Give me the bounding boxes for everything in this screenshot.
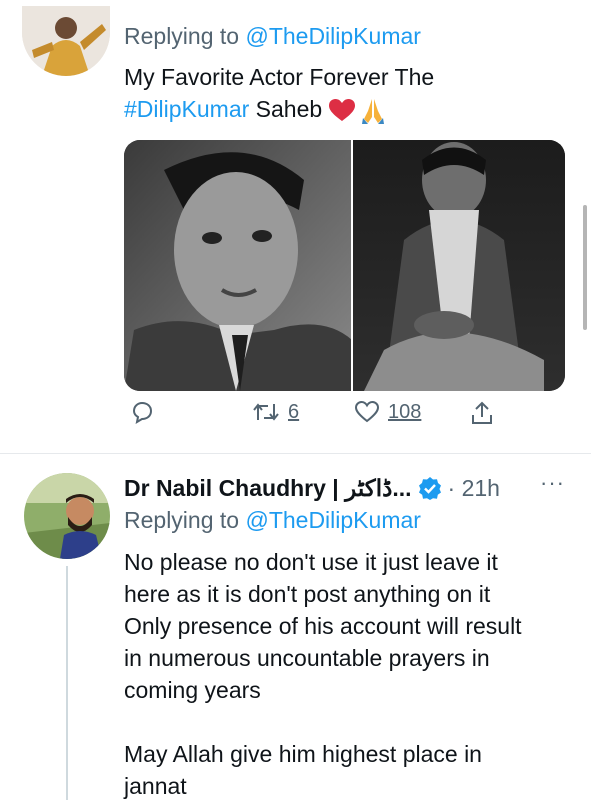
tweet-text-line: #DilipKumar Saheb: [124, 93, 434, 125]
avatar-image: [24, 473, 110, 559]
tweet-text-line: My Favorite Actor Forever The: [124, 64, 435, 90]
author-line: Dr Nabil Chaudhry | ڈاکٹر... · 21h: [124, 472, 500, 504]
emoji: [328, 97, 387, 125]
replying-prefix: Replying to: [124, 23, 246, 49]
tweet-text: No please no don't use it just leave it …: [124, 546, 522, 802]
tweet-text-rest: Saheb: [249, 96, 323, 122]
folded-hands-emoji-icon: [361, 98, 384, 124]
tweet-text-line: coming years: [124, 677, 261, 703]
tweet-text-line: jannat: [124, 773, 187, 799]
media-photo: [124, 140, 565, 391]
tweet-text: My Favorite Actor Forever The #DilipKuma…: [124, 61, 434, 125]
tweet-text-line: No please no don't use it just leave it: [124, 549, 498, 575]
like-heart-icon: [354, 400, 380, 423]
share-action[interactable]: [470, 400, 494, 426]
retweet-count: 6: [288, 400, 300, 423]
heart-emoji-icon: [328, 98, 355, 121]
retweet-icon: [253, 403, 279, 421]
tweet-text-line: Only presence of his account will result: [124, 613, 522, 639]
like-count: 108: [388, 400, 422, 423]
tweet-text-line: here as it is don't post anything on it: [124, 581, 491, 607]
mention-link[interactable]: @TheDilipKumar: [245, 23, 420, 49]
hashtag-link[interactable]: #DilipKumar: [124, 96, 249, 122]
author-name[interactable]: Dr Nabil Chaudhry | ڈاکٹر...: [124, 475, 412, 502]
tweet-text-line: May Allah give him highest place in: [124, 741, 482, 767]
like-action[interactable]: 108: [354, 400, 421, 424]
reply-icon: [132, 401, 153, 424]
tweet-time[interactable]: · 21h: [448, 475, 500, 502]
retweet-action[interactable]: 6: [252, 400, 299, 424]
share-icon: [472, 401, 492, 424]
tweet-text-line: in numerous uncountable prayers in: [124, 645, 490, 671]
tweet-actions: 6 108: [124, 400, 564, 440]
replying-to: Replying to @TheDilipKumar: [124, 507, 421, 534]
scrollbar[interactable]: [583, 205, 587, 330]
tweet-divider: [0, 453, 591, 454]
avatar[interactable]: [22, 6, 110, 76]
verified-badge-icon: [418, 477, 441, 500]
avatar-image: [22, 6, 110, 76]
mention-link[interactable]: @TheDilipKumar: [245, 507, 420, 533]
replying-prefix: Replying to: [124, 507, 246, 533]
reply-action[interactable]: [130, 400, 162, 424]
more-options-icon[interactable]: ···: [540, 470, 565, 496]
tweet-media[interactable]: [124, 140, 565, 391]
avatar[interactable]: [24, 473, 110, 559]
replying-to: Replying to @TheDilipKumar: [124, 23, 421, 50]
thread-line: [66, 566, 68, 800]
